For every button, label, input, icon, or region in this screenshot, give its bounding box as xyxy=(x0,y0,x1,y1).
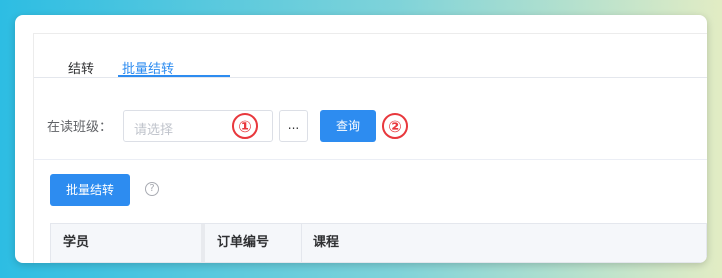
main-card: 结转 批量结转 在读班级： 请选择 ① ... 查询 ② 批量结转 ? 学员 订… xyxy=(15,15,707,263)
section-divider xyxy=(34,159,707,160)
annotation-marker-2: ② xyxy=(382,113,408,139)
class-select-placeholder: 请选择 xyxy=(134,123,174,138)
help-icon[interactable]: ? xyxy=(145,182,159,196)
annotation-marker-1: ① xyxy=(232,113,258,139)
column-header-student[interactable]: 学员 xyxy=(63,224,89,262)
column-separator xyxy=(301,224,302,262)
class-filter-label: 在读班级： xyxy=(47,120,113,135)
content-panel: 结转 批量结转 在读班级： 请选择 ① ... 查询 ② 批量结转 ? 学员 订… xyxy=(33,33,707,263)
column-header-order-number[interactable]: 订单编号 xyxy=(217,224,269,262)
tab-transfer[interactable]: 结转 xyxy=(68,58,94,77)
batch-transfer-button[interactable]: 批量结转 xyxy=(50,174,130,206)
column-header-course[interactable]: 课程 xyxy=(313,224,339,262)
tab-bar: 结转 批量结转 xyxy=(34,34,707,78)
active-tab-indicator xyxy=(118,75,230,77)
transfer-table-header: 学员 订单编号 课程 xyxy=(50,223,707,263)
query-button[interactable]: 查询 xyxy=(320,110,376,142)
column-resize-handle[interactable] xyxy=(201,224,205,262)
more-options-button[interactable]: ... xyxy=(279,110,308,142)
